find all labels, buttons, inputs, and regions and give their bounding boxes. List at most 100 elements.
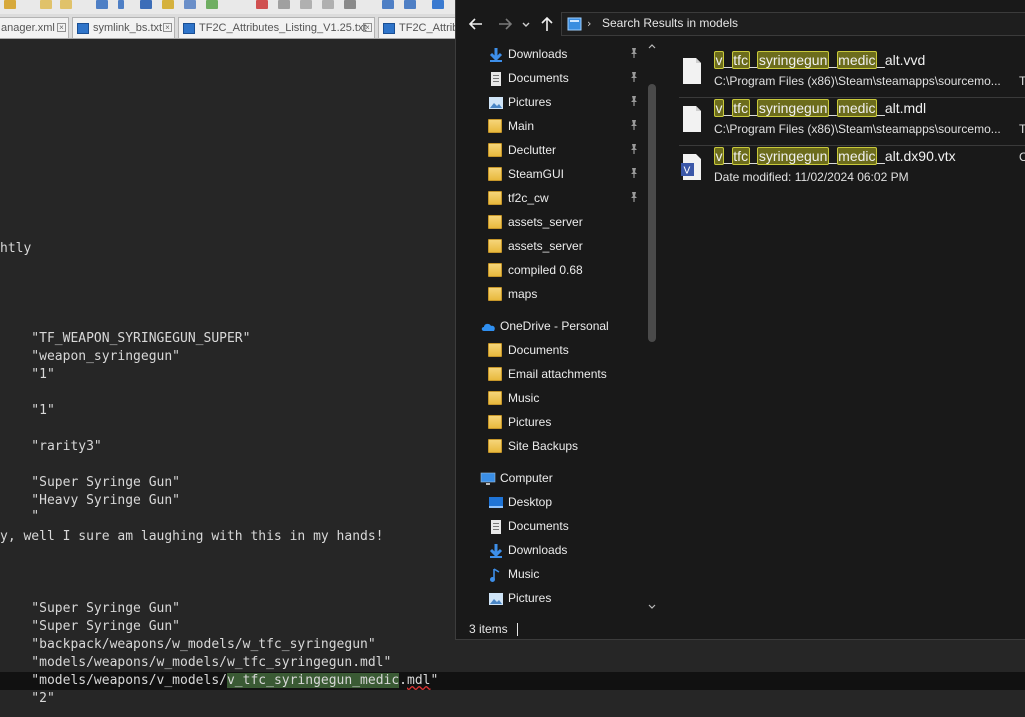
close-icon[interactable]: × — [163, 23, 172, 32]
nav-item[interactable]: SteamGUI — [456, 162, 646, 186]
nav-item[interactable]: Music — [456, 562, 646, 586]
editor-tab[interactable]: symlink_bs.txt × — [72, 17, 175, 38]
nav-item-label: OneDrive - Personal — [500, 319, 609, 333]
nav-item[interactable]: Pictures — [456, 586, 646, 610]
indent-icon[interactable] — [184, 0, 196, 9]
documents-icon — [488, 519, 504, 534]
nav-item[interactable]: Pictures — [456, 410, 646, 434]
nav-item[interactable]: Main — [456, 114, 646, 138]
scroll-up-icon[interactable] — [647, 42, 657, 50]
nav-item-label: SteamGUI — [508, 167, 565, 181]
nav-item[interactable]: compiled 0.68 — [456, 258, 646, 282]
nav-item[interactable]: assets_server — [456, 234, 646, 258]
map-icon[interactable] — [206, 0, 218, 9]
pin-icon[interactable] — [628, 119, 640, 131]
play-icon[interactable] — [300, 0, 312, 9]
nav-item[interactable]: Documents — [456, 338, 646, 362]
nav-item-label: Declutter — [508, 143, 557, 157]
search-result-item[interactable]: v _ tfc _ syringegun _ medic _alt.mdl C:\Program… — [679, 98, 1025, 142]
play-multiple-icon[interactable] — [322, 0, 334, 9]
scrollbar-thumb[interactable] — [648, 84, 656, 342]
folder-icon — [488, 119, 502, 133]
editor-tab[interactable]: anager.xml × — [0, 17, 69, 38]
search-match-highlight: v — [714, 147, 724, 165]
code-line: "Super Syringe Gun" — [0, 475, 181, 490]
pin-icon[interactable] — [628, 191, 640, 203]
code-line: "weapon_syringegun" — [0, 349, 181, 364]
undo-icon[interactable] — [96, 0, 108, 9]
result-extra-column: T — [1019, 122, 1025, 136]
nav-item[interactable]: Music — [456, 386, 646, 410]
zoom-icon[interactable] — [162, 0, 174, 9]
svg-text:V: V — [684, 166, 691, 177]
back-arrow-icon[interactable] — [467, 15, 485, 33]
record-icon[interactable] — [256, 0, 268, 9]
nav-item[interactable]: Email attachments — [456, 362, 646, 386]
folder-icon — [488, 191, 502, 205]
nav-item[interactable]: maps — [456, 282, 646, 306]
plugin-icon[interactable] — [404, 0, 416, 9]
sync-scroll-icon[interactable] — [140, 0, 152, 9]
close-doc-icon[interactable] — [432, 0, 444, 9]
result-extra-column: C — [1019, 150, 1025, 164]
pin-icon[interactable] — [628, 71, 640, 83]
nav-item[interactable]: tf2c_cw — [456, 186, 646, 210]
scroll-down-icon[interactable] — [647, 603, 657, 611]
nav-item[interactable]: Declutter — [456, 138, 646, 162]
nav-item[interactable]: Computer — [456, 466, 646, 490]
pin-icon[interactable] — [628, 47, 640, 59]
nav-item[interactable]: assets_server — [456, 210, 646, 234]
download-arrow-icon — [488, 543, 504, 558]
search-results-icon — [567, 17, 582, 31]
nav-item[interactable]: OneDrive - Personal — [456, 314, 646, 338]
folder-icon — [488, 343, 502, 357]
nav-item[interactable]: Site Backups — [456, 434, 646, 458]
stop-icon[interactable] — [278, 0, 290, 9]
nav-item-label: Music — [508, 567, 540, 581]
nav-item[interactable]: Pictures — [456, 90, 646, 114]
folder-icon — [488, 415, 502, 429]
paste-icon[interactable] — [60, 0, 72, 9]
search-match-highlight: v — [714, 99, 724, 117]
file-name-text: _ — [724, 52, 732, 68]
close-icon[interactable]: × — [363, 23, 372, 32]
chevron-down-icon[interactable] — [520, 15, 532, 33]
nav-item-label: Email attachments — [508, 367, 607, 381]
nav-item[interactable]: Desktop — [456, 490, 646, 514]
code-text: "models/weapons/v_models/ — [0, 673, 227, 688]
editor-tab-label: symlink_bs.txt — [93, 22, 163, 34]
save-macro-icon[interactable] — [344, 0, 356, 9]
editor-toolbar — [0, 0, 460, 15]
find-icon[interactable] — [4, 0, 16, 9]
nav-item-label: Documents — [508, 71, 569, 85]
nav-item[interactable]: Downloads — [456, 538, 646, 562]
nav-item-label: Site Backups — [508, 439, 579, 453]
nav-item[interactable]: Documents — [456, 66, 646, 90]
code-text: . — [399, 673, 407, 688]
nav-item-label: assets_server — [508, 239, 583, 253]
folder-icon — [488, 287, 502, 301]
file-name-text: _ — [828, 52, 837, 68]
wrap-icon[interactable] — [118, 0, 124, 9]
pin-icon[interactable] — [628, 95, 640, 107]
close-icon[interactable]: × — [57, 23, 66, 32]
nav-item[interactable]: Downloads — [456, 42, 646, 66]
pin-icon[interactable] — [628, 167, 640, 179]
up-arrow-icon[interactable] — [538, 15, 556, 33]
search-result-item[interactable]: v _ tfc _ syringegun _ medic _alt.vvd C:\Program… — [679, 50, 1025, 94]
spellcheck-icon[interactable] — [382, 0, 394, 9]
pin-icon[interactable] — [628, 143, 640, 155]
search-match-highlight: tfc — [731, 99, 750, 117]
copy-icon[interactable] — [40, 0, 52, 9]
nav-scrollbar[interactable] — [646, 40, 658, 618]
search-result-item[interactable]: Vv _ tfc _ syringegun _ medic _alt.dx90.vtx Date… — [679, 146, 1025, 190]
nav-item-label: Pictures — [508, 415, 552, 429]
editor-tab[interactable]: TF2C_Attributes_Listing_V1.25.txt × — [178, 17, 375, 38]
nav-item[interactable]: Documents — [456, 514, 646, 538]
blank-file-icon — [683, 58, 701, 84]
navigation-pane: Downloads Documents Pictures Main Declutter S… — [456, 40, 656, 620]
address-bar[interactable]: › Search Results in models — [561, 12, 1025, 36]
nav-item-label: Main — [508, 119, 535, 133]
pictures-icon — [488, 95, 504, 109]
forward-arrow-icon[interactable] — [496, 15, 514, 33]
